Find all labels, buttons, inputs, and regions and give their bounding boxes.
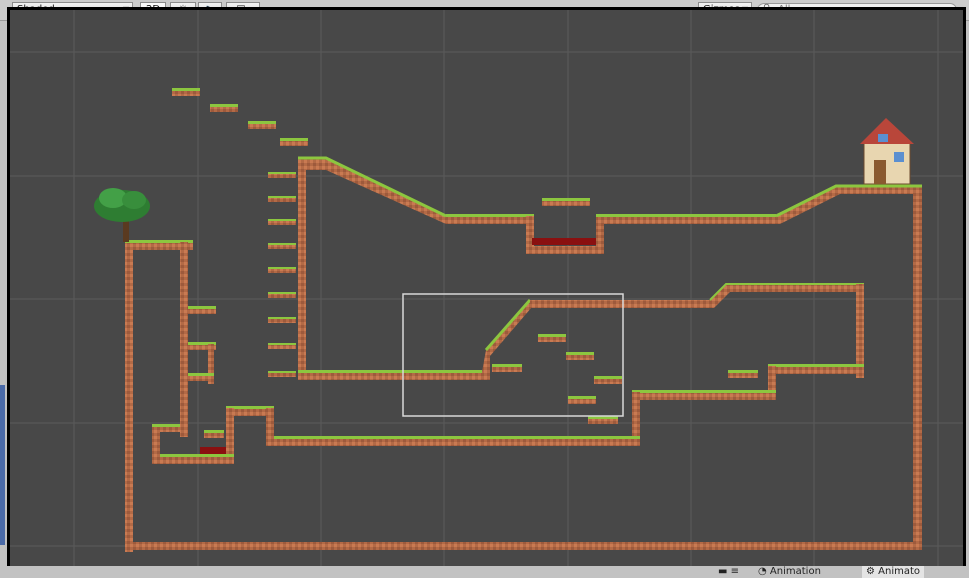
bottom-panel-bar — [0, 566, 969, 578]
lower-terrain — [152, 406, 640, 464]
scene-canvas[interactable] — [10, 10, 963, 567]
floating-steps — [172, 88, 308, 146]
tab-animation[interactable]: ◔ Animation — [758, 566, 821, 578]
panel-menu-icon[interactable]: ▬ ≡ — [718, 566, 739, 578]
column-ledges — [268, 173, 296, 377]
house-sprite — [860, 118, 914, 185]
tab-animator[interactable]: ⚙ Animato — [862, 566, 925, 578]
middle-terrain — [298, 283, 864, 446]
animation-icon: ◔ — [758, 566, 767, 577]
window-edge — [0, 385, 5, 545]
upper-terrain — [298, 156, 922, 380]
animator-icon: ⚙ — [866, 566, 875, 577]
tab-animation-label: Animation — [769, 566, 821, 577]
tree-platform — [125, 240, 193, 437]
tree-sprite — [94, 188, 150, 242]
scene-view[interactable] — [7, 7, 966, 570]
shaft-ledges — [188, 306, 216, 384]
tab-animator-label: Animato — [878, 566, 921, 577]
